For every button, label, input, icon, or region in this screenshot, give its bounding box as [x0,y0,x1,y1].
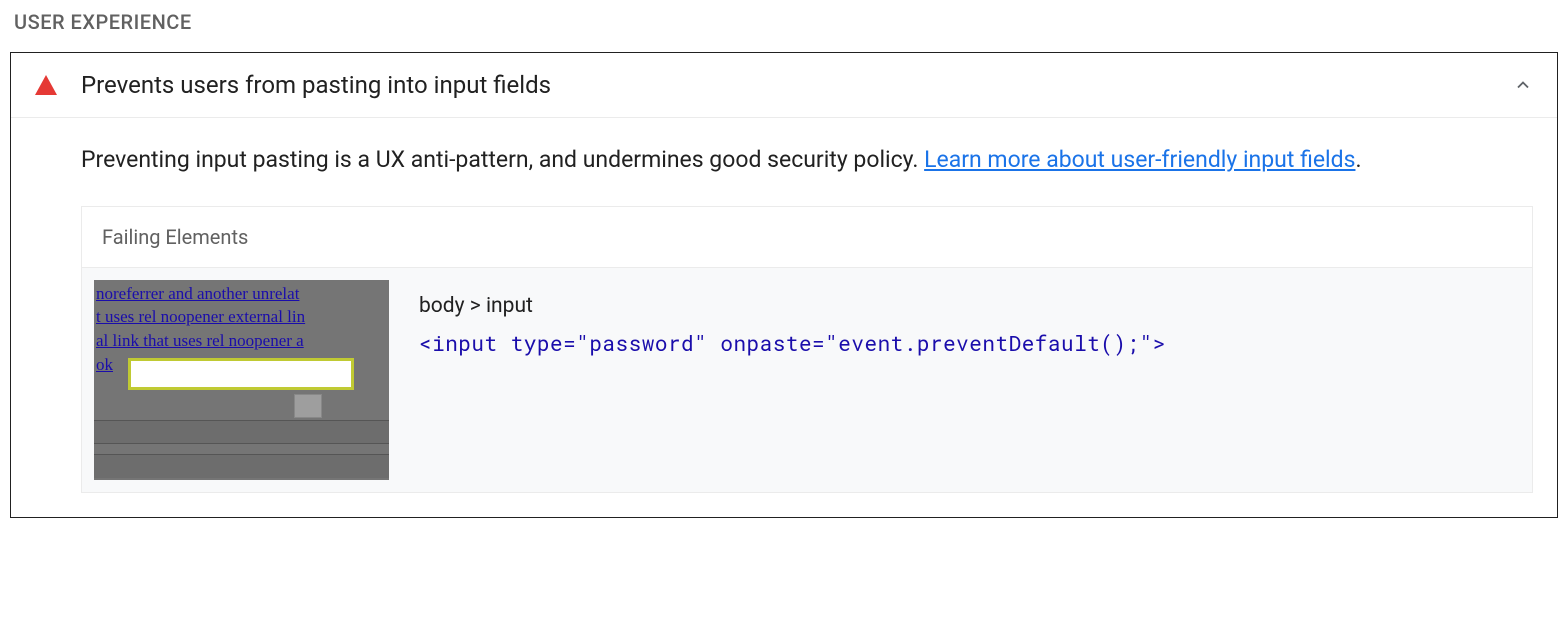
audit-title: Prevents users from pasting into input f… [81,71,1513,99]
broken-image-icon [294,394,322,418]
element-selector: body > input [419,288,1166,326]
warning-triangle-icon [35,75,57,95]
audit-toggle-header[interactable]: Prevents users from pasting into input f… [11,53,1557,118]
failing-elements-header: Failing Elements [82,207,1532,268]
audit-description: Preventing input pasting is a UX anti-pa… [81,142,1533,178]
thumb-divider [94,420,389,444]
failing-elements-panel: Failing Elements noreferrer and another … [81,206,1533,493]
audit-body: Preventing input pasting is a UX anti-pa… [11,118,1557,517]
element-thumbnail: noreferrer and another unrelat t uses re… [94,280,389,480]
thumb-text-line: t uses rel noopener external lin [94,305,389,329]
element-details: body > input <input type="password" onpa… [419,280,1166,364]
audit-description-suffix: . [1355,146,1361,173]
element-snippet: <input type="password" onpaste="event.pr… [419,325,1166,363]
chevron-up-icon [1513,75,1533,95]
learn-more-link[interactable]: Learn more about user-friendly input fie… [924,146,1355,173]
failing-element-row: noreferrer and another unrelat t uses re… [82,268,1532,492]
thumb-text-line: noreferrer and another unrelat [94,282,389,306]
highlighted-input-icon [128,358,354,390]
audit-description-text: Preventing input pasting is a UX anti-pa… [81,146,924,173]
audit-panel: Prevents users from pasting into input f… [10,52,1558,518]
thumb-text-line: al link that uses rel noopener a [94,329,389,353]
thumb-divider [94,454,389,478]
section-label: USER EXPERIENCE [14,10,1558,34]
